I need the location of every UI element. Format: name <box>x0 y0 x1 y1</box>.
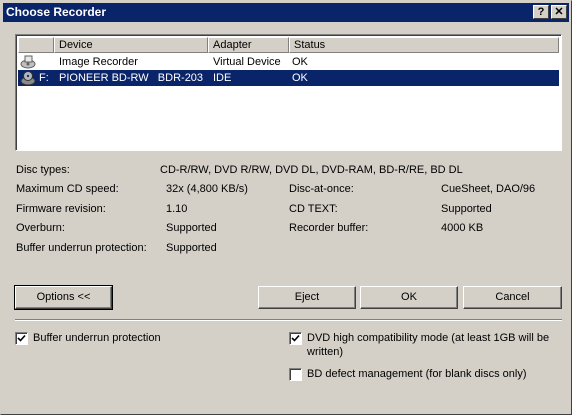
window-title: Choose Recorder <box>6 5 107 19</box>
recorder-buffer-label: Recorder buffer: <box>289 222 369 234</box>
buffer-underrun-info-value: Supported <box>166 242 217 254</box>
column-header-status[interactable]: Status <box>289 37 559 53</box>
bd-defect-management-label[interactable]: BD defect management (for blank discs on… <box>307 368 527 380</box>
dvd-high-compat-checkbox[interactable] <box>289 332 302 345</box>
column-header-drive[interactable] <box>18 37 54 53</box>
dvd-high-compat-label-line2[interactable]: written) <box>307 346 343 358</box>
status-text: OK <box>292 56 308 68</box>
optical-drive-icon <box>20 71 36 86</box>
overburn-label: Overburn: <box>16 222 65 234</box>
choose-recorder-dialog: Choose Recorder ? ✕ Device Adapter Statu… <box>0 0 572 415</box>
cd-text-label: CD TEXT: <box>289 203 338 215</box>
buffer-underrun-checkbox[interactable] <box>15 332 28 345</box>
checkmark-icon <box>291 334 300 342</box>
device-name: PIONEER BD-RW BDR-203 <box>59 72 204 84</box>
options-separator <box>15 319 562 321</box>
disc-types-label: Disc types: <box>16 164 70 176</box>
help-button[interactable]: ? <box>533 5 549 19</box>
recorder-list[interactable]: Device Adapter Status Image Recorder Vir… <box>15 34 562 151</box>
title-bar[interactable]: Choose Recorder ? ✕ <box>3 3 569 22</box>
disc-types-value: CD-R/RW, DVD R/RW, DVD DL, DVD-RAM, BD-R… <box>160 164 463 176</box>
list-item-selected[interactable]: F: PIONEER BD-RW BDR-203 IDE OK <box>18 70 559 86</box>
dvd-high-compat-label-line1[interactable]: DVD high compatibility mode (at least 1G… <box>307 332 549 344</box>
firmware-revision-label: Firmware revision: <box>16 203 106 215</box>
drive-letter: F: <box>39 72 49 84</box>
overburn-value: Supported <box>166 222 217 234</box>
disc-at-once-label: Disc-at-once: <box>289 183 354 195</box>
ok-button[interactable]: OK <box>360 286 458 309</box>
cancel-button[interactable]: Cancel <box>463 286 562 309</box>
checkmark-icon <box>17 334 26 342</box>
max-cd-speed-label: Maximum CD speed: <box>16 183 119 195</box>
firmware-revision-value: 1.10 <box>166 203 188 215</box>
buffer-underrun-info-label: Buffer underrun protection: <box>16 242 147 254</box>
bd-defect-management-checkbox[interactable] <box>289 368 302 381</box>
column-header-device[interactable]: Device <box>54 37 208 53</box>
image-recorder-icon <box>20 55 36 69</box>
status-text: OK <box>292 72 308 84</box>
buffer-underrun-checkbox-label[interactable]: Buffer underrun protection <box>33 332 161 344</box>
cd-text-value: Supported <box>441 203 492 215</box>
disc-at-once-value: CueSheet, DAO/96 <box>441 183 536 195</box>
adapter-name: IDE <box>213 72 232 84</box>
column-header-adapter[interactable]: Adapter <box>208 37 289 53</box>
max-cd-speed-value: 32x (4,800 KB/s) <box>166 183 248 195</box>
close-button[interactable]: ✕ <box>551 5 567 19</box>
device-name: Image Recorder <box>59 56 138 68</box>
recorder-buffer-value: 4000 KB <box>441 222 484 234</box>
eject-button[interactable]: Eject <box>258 286 356 309</box>
options-button[interactable]: Options << <box>14 285 113 310</box>
list-item[interactable]: Image Recorder Virtual Device OK <box>18 54 559 70</box>
adapter-name: Virtual Device <box>213 56 281 68</box>
